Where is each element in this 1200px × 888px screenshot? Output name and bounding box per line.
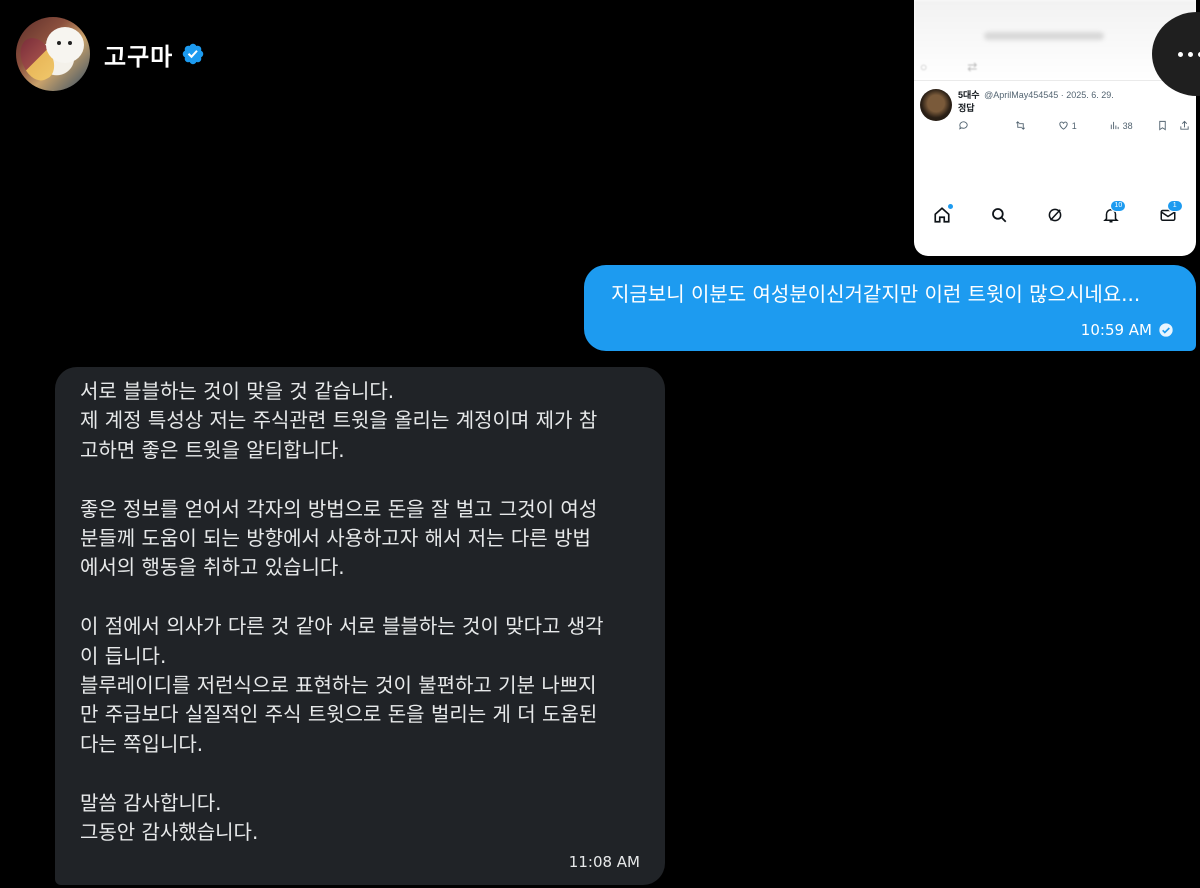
like-count: 1 [1071, 120, 1077, 131]
username[interactable]: 고구마 [104, 37, 173, 72]
tweet-author-avatar [920, 89, 952, 121]
reply-icon: ○ [920, 60, 928, 74]
messages-badge: 1 [1166, 200, 1183, 212]
retweet-action [1015, 120, 1058, 131]
notifications-badge: 10 [1110, 200, 1127, 212]
received-message-time: 11:08 AM [568, 853, 640, 871]
heart-icon [1059, 121, 1068, 130]
sent-message-meta: 10:59 AM [1081, 321, 1174, 339]
views-chart-icon [1110, 121, 1119, 130]
nav-search [990, 206, 1008, 224]
verified-badge-icon [181, 42, 205, 66]
tweet-header: 5대수 @AprilMay454545 · 2025. 6. 29. [958, 88, 1114, 101]
home-notification-dot [948, 204, 954, 209]
tweet-text: 정답 [958, 103, 975, 113]
more-dot-icon [1188, 51, 1193, 57]
more-dot-icon [1178, 51, 1183, 57]
view-count: 38 [1122, 120, 1133, 131]
tweet-author-name: 5대수 [958, 90, 980, 100]
share-icon [1180, 120, 1189, 130]
tweet-actions: 1 38 [958, 120, 1190, 131]
bookmark-action [1157, 120, 1179, 131]
tweet-handle-date: @AprilMay454545 · 2025. 6. 29. [984, 90, 1114, 100]
blurred-action-icons: ○ ⇄ [920, 60, 977, 74]
retweet-icon: ⇄ [967, 60, 978, 74]
bottom-navigation: 10 1 [914, 200, 1196, 230]
nav-grok [1046, 206, 1064, 224]
nav-messages: 1 [1159, 200, 1183, 224]
received-message-bubble[interactable]: 서로 블블하는 것이 맞을 것 같습니다. 제 계정 특성상 저는 주식관련 트… [55, 367, 665, 885]
grok-icon [1048, 208, 1062, 222]
dm-conversation: 고구마 ○ ⇄ 5대수 @AprilMay454545 · 2025. 6. 2… [0, 0, 1200, 888]
conversation-header[interactable]: 고구마 [16, 16, 205, 92]
nav-home [933, 204, 954, 224]
avatar-seal [46, 27, 84, 63]
retweet-icon [1015, 121, 1025, 130]
seen-check-icon [1159, 323, 1173, 337]
reply-action [958, 120, 1015, 131]
sent-message-text: 지금보니 이분도 여성분이신거같지만 이런 트윗이 많으시네요... [611, 282, 1141, 306]
sent-message-bubble[interactable]: 지금보니 이분도 여성분이신거같지만 이런 트윗이 많으시네요... 10:59… [584, 265, 1196, 351]
share-action [1179, 120, 1190, 131]
bookmark-icon [1159, 120, 1167, 131]
shared-screenshot-image[interactable]: ○ ⇄ 5대수 @AprilMay454545 · 2025. 6. 29. 정… [914, 0, 1196, 256]
sent-message-time: 10:59 AM [1080, 321, 1152, 339]
search-icon [991, 208, 1006, 223]
divider [914, 80, 1196, 81]
nav-notifications: 10 [1102, 200, 1127, 224]
avatar[interactable] [16, 17, 90, 91]
views-action: 38 [1109, 120, 1158, 131]
received-message-text: 서로 블블하는 것이 맞을 것 같습니다. 제 계정 특성상 저는 주식관련 트… [80, 379, 604, 845]
like-action: 1 [1058, 120, 1109, 131]
blurred-text [984, 32, 1104, 40]
reply-icon [959, 121, 968, 130]
